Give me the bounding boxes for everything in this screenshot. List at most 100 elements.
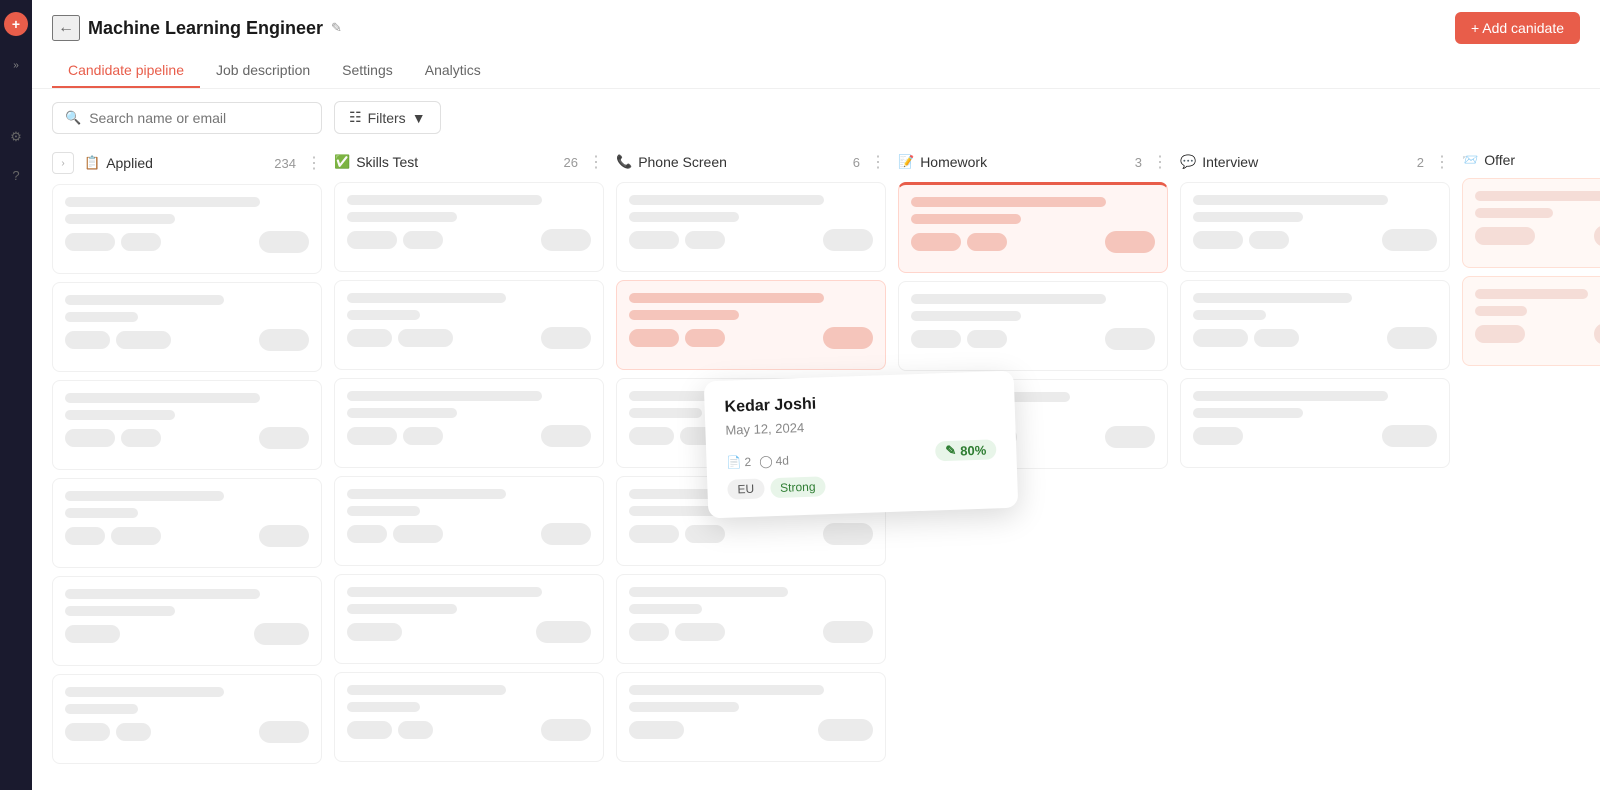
homework-title: Homework xyxy=(920,154,1129,170)
offer-icon: 📨 xyxy=(1462,152,1478,168)
skeleton-card[interactable] xyxy=(616,182,886,272)
skills-test-cards xyxy=(334,182,604,770)
skeleton-card[interactable] xyxy=(1180,182,1450,272)
skeleton-card[interactable] xyxy=(616,672,886,762)
skeleton-card[interactable] xyxy=(334,476,604,566)
applied-icon: 📋 xyxy=(84,155,100,171)
skeleton-card[interactable] xyxy=(334,280,604,370)
column-header-offer: 📨 Offer xyxy=(1462,146,1600,178)
candidate-hover-card[interactable]: Kedar Joshi May 12, 2024 📄 2 ◯ 4d xyxy=(704,371,1019,519)
tab-pipeline[interactable]: Candidate pipeline xyxy=(52,54,200,88)
header: ← Machine Learning Engineer ✎ + Add cani… xyxy=(32,0,1600,89)
sidebar: + » ⚙ ? xyxy=(0,0,32,790)
add-candidate-button[interactable]: + Add canidate xyxy=(1455,12,1580,44)
skeleton-card[interactable] xyxy=(1180,378,1450,468)
skills-test-title: Skills Test xyxy=(356,154,557,170)
offer-cards xyxy=(1462,178,1600,770)
column-header-homework: 📝 Homework 3 ⋮ xyxy=(898,146,1168,182)
skeleton-card[interactable] xyxy=(334,182,604,272)
interview-cards xyxy=(1180,182,1450,770)
skeleton-card[interactable] xyxy=(898,281,1168,371)
phone-screen-title: Phone Screen xyxy=(638,154,847,170)
interview-icon: 💬 xyxy=(1180,154,1196,170)
interview-menu-icon[interactable]: ⋮ xyxy=(1434,152,1450,172)
applied-menu-icon[interactable]: ⋮ xyxy=(306,153,322,173)
page-title: Machine Learning Engineer xyxy=(88,18,323,39)
search-icon: 🔍 xyxy=(65,110,81,126)
back-button[interactable]: ← xyxy=(52,15,80,41)
skeleton-card[interactable] xyxy=(52,674,322,764)
sidebar-help-icon[interactable]: ? xyxy=(6,165,26,185)
filter-icon: ☷ xyxy=(349,109,362,126)
skeleton-card[interactable] xyxy=(52,282,322,372)
tab-analytics[interactable]: Analytics xyxy=(409,54,497,88)
title-row: ← Machine Learning Engineer ✎ xyxy=(52,15,342,41)
tabs: Candidate pipeline Job description Setti… xyxy=(52,54,1580,88)
kanban-board: › 📋 Applied 234 ⋮ xyxy=(32,146,1600,790)
skeleton-card[interactable] xyxy=(334,378,604,468)
column-header-applied: › 📋 Applied 234 ⋮ xyxy=(52,146,322,184)
edit-title-icon[interactable]: ✎ xyxy=(331,20,342,36)
offer-title: Offer xyxy=(1484,152,1600,168)
hover-card-candidate-name: Kedar Joshi xyxy=(724,389,994,416)
filter-label: Filters xyxy=(368,110,406,126)
skeleton-card-highlighted-top[interactable] xyxy=(898,182,1168,273)
skeleton-card[interactable] xyxy=(1180,280,1450,370)
skills-test-count: 26 xyxy=(564,155,578,170)
interview-title: Interview xyxy=(1202,154,1411,170)
skeleton-card[interactable] xyxy=(52,184,322,274)
app-logo[interactable]: + xyxy=(4,12,28,36)
hover-card-meta: 📄 2 ◯ 4d xyxy=(726,454,789,470)
hover-card-date: May 12, 2024 xyxy=(725,413,995,437)
filter-button[interactable]: ☷ Filters ▼ xyxy=(334,101,441,134)
phone-screen-count: 6 xyxy=(853,155,860,170)
column-applied: › 📋 Applied 234 ⋮ xyxy=(52,146,322,770)
score-badge: ✎ 80% xyxy=(935,439,997,461)
interview-count: 2 xyxy=(1417,155,1424,170)
header-top: ← Machine Learning Engineer ✎ + Add cani… xyxy=(52,12,1580,44)
column-offer: 📨 Offer xyxy=(1462,146,1600,770)
tag-eu: EU xyxy=(727,478,764,499)
toolbar: 🔍 ☷ Filters ▼ xyxy=(32,89,1600,146)
skeleton-card[interactable] xyxy=(1462,178,1600,268)
column-interview: 💬 Interview 2 ⋮ xyxy=(1180,146,1450,770)
tab-job-description[interactable]: Job description xyxy=(200,54,326,88)
skeleton-card[interactable] xyxy=(334,574,604,664)
applied-cards xyxy=(52,184,322,770)
hover-card-count: 📄 2 xyxy=(726,455,751,470)
phone-screen-icon: 📞 xyxy=(616,154,632,170)
applied-count: 234 xyxy=(274,156,296,171)
skeleton-card-highlighted[interactable] xyxy=(616,280,886,370)
homework-menu-icon[interactable]: ⋮ xyxy=(1152,152,1168,172)
clock-icon: ◯ xyxy=(759,454,773,468)
sidebar-settings-icon[interactable]: ⚙ xyxy=(6,127,26,147)
hover-card-time: ◯ 4d xyxy=(759,454,789,469)
pencil-icon: ✎ xyxy=(945,443,956,459)
document-icon: 📄 xyxy=(726,455,741,470)
score-value: 80% xyxy=(960,442,987,458)
skills-test-menu-icon[interactable]: ⋮ xyxy=(588,152,604,172)
homework-icon: 📝 xyxy=(898,154,914,170)
skeleton-card[interactable] xyxy=(1462,276,1600,366)
filter-chevron-icon: ▼ xyxy=(412,110,426,126)
homework-count: 3 xyxy=(1135,155,1142,170)
tag-strong: Strong xyxy=(770,476,826,498)
skeleton-card[interactable] xyxy=(52,576,322,666)
skeleton-card[interactable] xyxy=(52,380,322,470)
hover-card-tags: EU Strong xyxy=(727,470,998,499)
skeleton-card[interactable] xyxy=(616,574,886,664)
column-header-phone-screen: 📞 Phone Screen 6 ⋮ xyxy=(616,146,886,182)
search-box: 🔍 xyxy=(52,102,322,134)
skills-test-icon: ✅ xyxy=(334,154,350,170)
applied-title: Applied xyxy=(106,155,268,171)
collapse-button[interactable]: › xyxy=(52,152,74,174)
phone-screen-menu-icon[interactable]: ⋮ xyxy=(870,152,886,172)
column-skills-test: ✅ Skills Test 26 ⋮ xyxy=(334,146,604,770)
tab-settings[interactable]: Settings xyxy=(326,54,409,88)
skeleton-card[interactable] xyxy=(334,672,604,762)
column-header-interview: 💬 Interview 2 ⋮ xyxy=(1180,146,1450,182)
column-header-skills-test: ✅ Skills Test 26 ⋮ xyxy=(334,146,604,182)
skeleton-card[interactable] xyxy=(52,478,322,568)
sidebar-collapse-icon[interactable]: » xyxy=(13,60,19,71)
search-input[interactable] xyxy=(89,110,309,126)
